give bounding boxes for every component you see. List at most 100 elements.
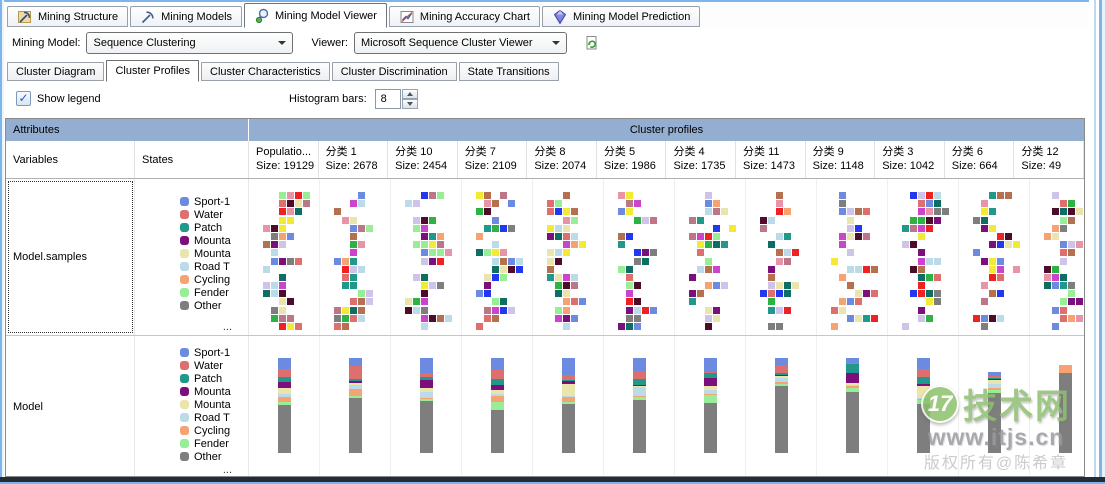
bar-cell-分类-5[interactable] — [604, 336, 675, 477]
histogram-tile — [721, 241, 728, 248]
histogram-tile — [855, 298, 862, 305]
bar-cell-分类-8[interactable] — [533, 336, 604, 477]
viewer-tab-cluster-characteristics[interactable]: Cluster Characteristics — [201, 62, 330, 81]
stacked-bar-wrap — [817, 336, 887, 453]
viewer-tab-cluster-diagram[interactable]: Cluster Diagram — [7, 62, 104, 81]
histogram-tile — [713, 233, 720, 240]
bar-cell-分类-11[interactable] — [746, 336, 817, 477]
bar-segment-sport-1 — [349, 358, 362, 366]
histogram-tile — [729, 225, 736, 232]
top-tab-label: Mining Model Prediction — [573, 11, 690, 23]
cluster-header-分类-3[interactable]: 分类 3Size: 1042 — [875, 141, 945, 178]
bar-segment-water — [775, 365, 788, 373]
spinner-down-button[interactable] — [402, 99, 418, 109]
histogram-tile — [973, 249, 980, 256]
cluster-header-分类-6[interactable]: 分类 6Size: 664 — [945, 141, 1015, 178]
cluster-header-分类-12[interactable]: 分类 12Size: 49 — [1014, 141, 1084, 178]
histogram-row — [973, 225, 1029, 232]
cluster-header-分类-9[interactable]: 分类 9Size: 1148 — [806, 141, 876, 178]
histogram-tile — [342, 266, 349, 273]
histogram-tile — [1060, 217, 1067, 224]
bar-cell-分类-7[interactable] — [462, 336, 533, 477]
histogram-tile — [973, 217, 980, 224]
bar-cell-分类-1[interactable] — [320, 336, 391, 477]
histogram-tile — [263, 290, 270, 297]
histogram-row — [689, 192, 745, 199]
histogram-cell-分类-12[interactable] — [1030, 179, 1084, 335]
histogram-cell-分类-6[interactable] — [959, 179, 1030, 335]
states-column-header[interactable]: States — [135, 141, 249, 178]
histogram-tile — [366, 225, 373, 232]
variables-column-header[interactable]: Variables — [6, 141, 135, 178]
histogram-tile — [1044, 274, 1051, 281]
stacked-bar-wrap — [675, 336, 745, 453]
cluster-header-分类-10[interactable]: 分类 10Size: 2454 — [388, 141, 458, 178]
histogram-cell-分类-5[interactable] — [604, 179, 675, 335]
histogram-row — [618, 233, 674, 240]
bar-cell-分类-3[interactable] — [888, 336, 959, 477]
histogram-cell-分类-11[interactable] — [746, 179, 817, 335]
spinner-up-button[interactable] — [402, 89, 418, 99]
histogram-tile — [847, 208, 854, 215]
bar-cell-分类-10[interactable] — [391, 336, 462, 477]
cluster-header-分类-1[interactable]: 分类 1Size: 2678 — [319, 141, 389, 178]
histogram-tile — [476, 249, 483, 256]
variables-cell-model-samples[interactable]: Model.samples — [6, 179, 135, 335]
bar-cell-分类-9[interactable] — [817, 336, 888, 477]
cluster-header-分类-7[interactable]: 分类 7Size: 2109 — [458, 141, 528, 178]
histogram-row — [547, 323, 603, 330]
histogram-cell-分类-1[interactable] — [320, 179, 391, 335]
refresh-button[interactable] — [581, 32, 603, 54]
top-tab-mining-accuracy-chart[interactable]: Mining Accuracy Chart — [389, 6, 540, 27]
cluster-header-populatio[interactable]: Populatio...Size: 19129 — [249, 141, 319, 178]
legend-swatch — [180, 452, 189, 461]
bar-cell-分类-12[interactable] — [1030, 336, 1084, 477]
show-legend-checkbox[interactable]: ✓ — [16, 91, 31, 106]
histogram-tile — [429, 282, 436, 289]
bar-cell-分类-6[interactable] — [959, 336, 1030, 477]
histogram-tile — [776, 323, 783, 330]
histogram-bars-value[interactable]: 8 — [375, 89, 401, 109]
histogram-tile — [563, 233, 570, 240]
top-tab-mining-model-viewer[interactable]: Mining Model Viewer — [244, 3, 387, 28]
toolbar: Mining Model: Sequence Clustering Viewer… — [4, 28, 1089, 58]
histogram-tile — [279, 315, 286, 322]
histogram-tile — [634, 200, 641, 207]
mining-model-combobox[interactable]: Sequence Clustering — [86, 32, 293, 54]
histogram-row — [973, 258, 1029, 265]
histogram-cell-分类-10[interactable] — [391, 179, 462, 335]
histogram-tile — [563, 323, 570, 330]
histogram-cell-populatio[interactable] — [249, 179, 320, 335]
viewer-tab-cluster-profiles[interactable]: Cluster Profiles — [106, 60, 199, 82]
top-tab-mining-models[interactable]: Mining Models — [130, 6, 242, 27]
histogram-tile — [634, 307, 641, 314]
histogram-cell-分类-9[interactable] — [817, 179, 888, 335]
top-tab-mining-structure[interactable]: Mining Structure — [7, 6, 128, 27]
histogram-cell-分类-7[interactable] — [462, 179, 533, 335]
viewer-tab-state-transitions[interactable]: State Transitions — [459, 62, 559, 81]
bar-cell-分类-4[interactable] — [675, 336, 746, 477]
viewer-combobox[interactable]: Microsoft Sequence Cluster Viewer — [354, 32, 567, 54]
histogram-row — [760, 315, 816, 322]
histogram-cell-分类-8[interactable] — [533, 179, 604, 335]
histogram-cell-分类-4[interactable] — [675, 179, 746, 335]
cluster-size: Size: 1735 — [673, 159, 735, 173]
histogram-cell-分类-3[interactable] — [888, 179, 959, 335]
variables-cell-model[interactable]: Model — [6, 336, 135, 477]
histogram-tile — [626, 192, 633, 199]
bar-segment-sport-1 — [278, 358, 291, 369]
variable-name: Model — [13, 401, 43, 413]
viewer-tab-cluster-discrimination[interactable]: Cluster Discrimination — [332, 62, 457, 81]
histogram-tile — [555, 274, 562, 281]
histogram-tile — [926, 258, 933, 265]
stacked-bar — [1059, 358, 1072, 453]
top-tab-mining-model-prediction[interactable]: Mining Model Prediction — [542, 6, 700, 27]
histogram-tile — [492, 249, 499, 256]
histogram-row — [902, 323, 958, 330]
cluster-header-分类-8[interactable]: 分类 8Size: 2074 — [527, 141, 597, 178]
bar-cell-populatio[interactable] — [249, 336, 320, 477]
histogram-tile — [421, 298, 428, 305]
cluster-header-分类-11[interactable]: 分类 11Size: 1473 — [736, 141, 806, 178]
cluster-header-分类-5[interactable]: 分类 5Size: 1986 — [597, 141, 667, 178]
cluster-header-分类-4[interactable]: 分类 4Size: 1735 — [666, 141, 736, 178]
